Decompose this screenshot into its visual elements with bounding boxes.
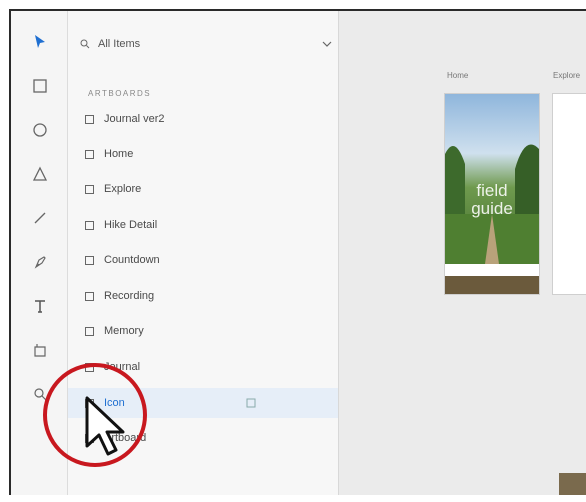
export-mark-icon[interactable]	[246, 398, 256, 408]
section-title-artboards: ARTBOARDS	[88, 89, 152, 98]
artboard-icon	[85, 149, 94, 159]
layer-label: Memory	[104, 325, 144, 337]
cursor-icon	[85, 396, 125, 456]
filter-label: All Items	[98, 38, 141, 50]
select-tool[interactable]	[29, 31, 51, 53]
pen-tool[interactable]	[29, 251, 51, 273]
artboard-icon	[85, 255, 94, 265]
layer-label: Home	[104, 148, 134, 160]
artboard-tool[interactable]	[29, 339, 51, 361]
search-icon	[80, 39, 90, 49]
artboard-home[interactable]: field guide	[444, 93, 540, 295]
chevron-down-icon[interactable]	[322, 40, 332, 48]
app-window: All Items ARTBOARDS Journal ver2 Home Ex…	[9, 9, 586, 495]
artboard-label-explore[interactable]: Explore	[553, 71, 580, 80]
line-tool[interactable]	[29, 207, 51, 229]
layer-item-recording[interactable]: Recording	[68, 281, 338, 311]
artboard-icon	[85, 184, 94, 194]
layer-item-journal-ver2[interactable]: Journal ver2	[68, 104, 338, 134]
polygon-tool[interactable]	[29, 163, 51, 185]
artboard-icon	[85, 291, 94, 301]
layer-item-memory[interactable]: Memory	[68, 316, 338, 346]
layer-label: Journal ver2	[104, 113, 165, 125]
text-tool[interactable]	[29, 295, 51, 317]
artboard-explore[interactable]	[552, 93, 586, 295]
triangle-icon	[32, 166, 48, 181]
artboard-icon	[85, 326, 94, 336]
line-icon	[34, 212, 46, 224]
layer-label: Explore	[104, 183, 142, 195]
layer-label: Countdown	[104, 254, 160, 266]
layer-item-home[interactable]: Home	[68, 139, 338, 169]
layer-item-countdown[interactable]: Countdown	[68, 245, 338, 275]
artboard-icon	[34, 344, 46, 357]
artboard-label-home[interactable]: Home	[447, 71, 468, 80]
layer-item-hike-detail[interactable]: Hike Detail	[68, 210, 338, 240]
layer-label: Hike Detail	[104, 219, 158, 231]
text-icon	[35, 300, 45, 313]
hero-title-line1: field	[476, 181, 508, 200]
layers-filter[interactable]: All Items	[80, 31, 332, 57]
hero-title-line2: guide	[471, 199, 513, 218]
layer-label: Recording	[104, 290, 155, 302]
layer-item-explore[interactable]: Explore	[68, 174, 338, 204]
pointer-icon	[35, 35, 45, 48]
rectangle-tool[interactable]	[29, 75, 51, 97]
pen-icon	[34, 256, 46, 269]
canvas[interactable]: Home Explore field guide	[339, 11, 586, 495]
artboard-thumbnail[interactable]	[559, 473, 586, 495]
ellipse-icon	[33, 123, 47, 137]
rectangle-icon	[33, 79, 47, 93]
ellipse-tool[interactable]	[29, 119, 51, 141]
artboard-icon	[85, 114, 94, 124]
artboard-icon	[85, 220, 94, 230]
